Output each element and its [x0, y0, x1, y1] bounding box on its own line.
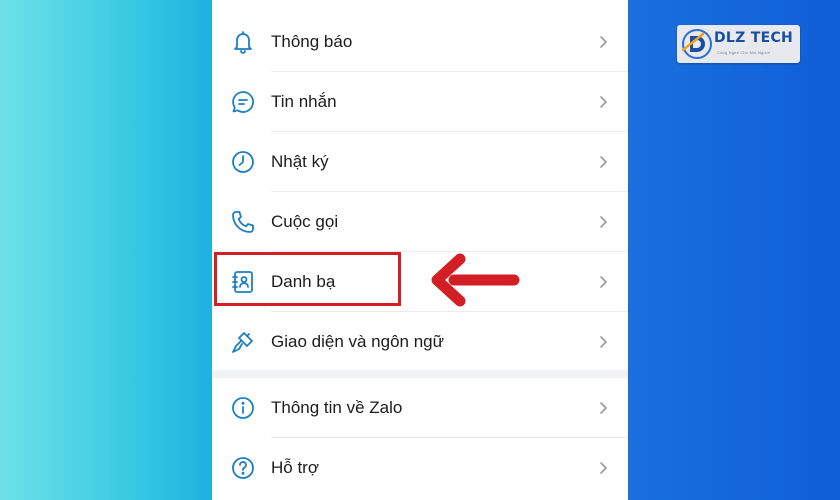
settings-item-help[interactable]: Hỗ trợ [212, 438, 628, 498]
chevron-right-icon [596, 95, 610, 109]
settings-item-label: Nhật ký [271, 152, 329, 171]
chevron-right-icon [596, 35, 610, 49]
settings-item-about-zalo[interactable]: Thông tin về Zalo [212, 378, 628, 438]
chevron-right-icon [596, 461, 610, 475]
chevron-right-icon [596, 401, 610, 415]
arrow-left-icon [430, 250, 520, 310]
clock-icon [230, 149, 256, 175]
settings-item-calls[interactable]: Cuộc gọi [212, 192, 628, 252]
logo-brand-text: DLZ TECH [714, 30, 794, 46]
phone-icon [230, 209, 256, 235]
settings-item-theme-language[interactable]: Giao diện và ngôn ngữ [212, 312, 628, 372]
info-icon [230, 395, 256, 421]
settings-item-label: Thông báo [271, 32, 353, 51]
settings-panel: Thông báo Tin nhắn Nhật ký Cuộc gọi Danh… [212, 0, 628, 500]
settings-item-label: Tin nhắn [271, 92, 337, 111]
bell-icon [230, 29, 256, 55]
chevron-right-icon [596, 215, 610, 229]
settings-item-label: Giao diện và ngôn ngữ [271, 332, 445, 351]
chevron-right-icon [596, 155, 610, 169]
chevron-right-icon [596, 275, 610, 289]
section-gap [212, 370, 628, 378]
settings-item-label: Thông tin về Zalo [271, 398, 403, 417]
settings-item-label: Cuộc gọi [271, 212, 339, 231]
settings-item-messages[interactable]: Tin nhắn [212, 72, 628, 132]
settings-item-notifications[interactable]: Thông báo [212, 12, 628, 72]
highlight-box [214, 252, 401, 306]
settings-item-label: Hỗ trợ [271, 458, 319, 477]
brand-logo: DLZ TECH Công Nghệ Cho Mọi Người [677, 25, 800, 63]
chevron-right-icon [596, 335, 610, 349]
logo-mark-icon [681, 29, 712, 59]
settings-item-diary[interactable]: Nhật ký [212, 132, 628, 192]
chat-bubble-icon [230, 89, 256, 115]
logo-tagline: Công Nghệ Cho Mọi Người [717, 50, 771, 55]
help-icon [230, 455, 256, 481]
paintbrush-icon [230, 329, 256, 355]
